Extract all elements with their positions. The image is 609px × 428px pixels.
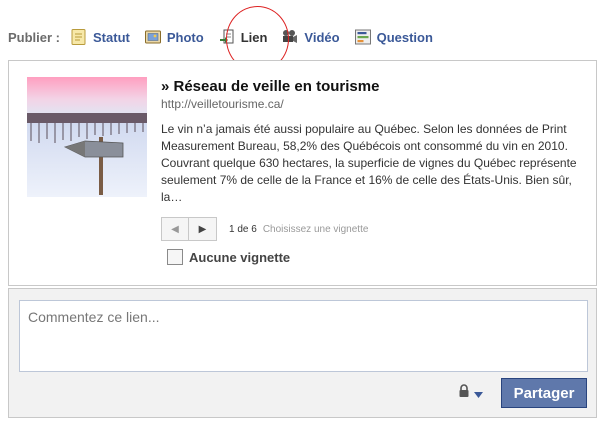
thumbnail-count: 1 de 6 (229, 223, 257, 235)
chevron-down-icon (474, 385, 483, 403)
share-button[interactable]: Partager (501, 378, 587, 408)
tab-question-label: Question (376, 29, 433, 45)
link-description: Le vin n’a jamais été aussi populaire au… (161, 122, 577, 204)
tab-status[interactable]: Statut (70, 28, 130, 46)
previous-thumbnail-button[interactable]: ◀ (161, 217, 189, 241)
tab-status-label: Statut (93, 29, 130, 45)
next-thumbnail-button[interactable]: ▶ (189, 217, 217, 241)
thumbnail-pager: ◀ ▶ 1 de 6 Choisissez une vignette (161, 217, 368, 241)
link-attachment-preview: » Réseau de veille en tourisme http://ve… (8, 60, 597, 286)
no-thumbnail-option[interactable]: Aucune vignette (167, 249, 290, 265)
tab-video-label: Vidéo (304, 29, 340, 45)
comment-panel: Commentez ce lien... Partager (8, 288, 597, 418)
lock-icon (458, 384, 470, 403)
tab-question[interactable]: Question (354, 28, 433, 46)
tab-photo[interactable]: Photo (144, 28, 204, 46)
no-thumbnail-checkbox[interactable] (167, 249, 183, 265)
link-url: http://veilletourisme.ca/ (161, 97, 284, 111)
comment-input[interactable]: Commentez ce lien... (19, 300, 588, 372)
tab-video[interactable]: Vidéo (281, 28, 340, 46)
triangle-right-icon: ▶ (198, 223, 207, 235)
question-poll-icon (354, 28, 372, 46)
triangle-left-icon: ◀ (171, 223, 179, 235)
publisher-label: Publier : (8, 29, 61, 45)
link-thumbnail (27, 77, 147, 197)
photo-icon (144, 28, 162, 46)
tab-photo-label: Photo (166, 29, 204, 45)
thumbnail-hint: Choisissez une vignette (262, 223, 369, 235)
link-title[interactable]: » Réseau de veille en tourisme (161, 78, 379, 95)
no-thumbnail-label: Aucune vignette (189, 249, 291, 265)
status-note-icon (70, 28, 88, 46)
privacy-selector[interactable] (458, 384, 483, 403)
